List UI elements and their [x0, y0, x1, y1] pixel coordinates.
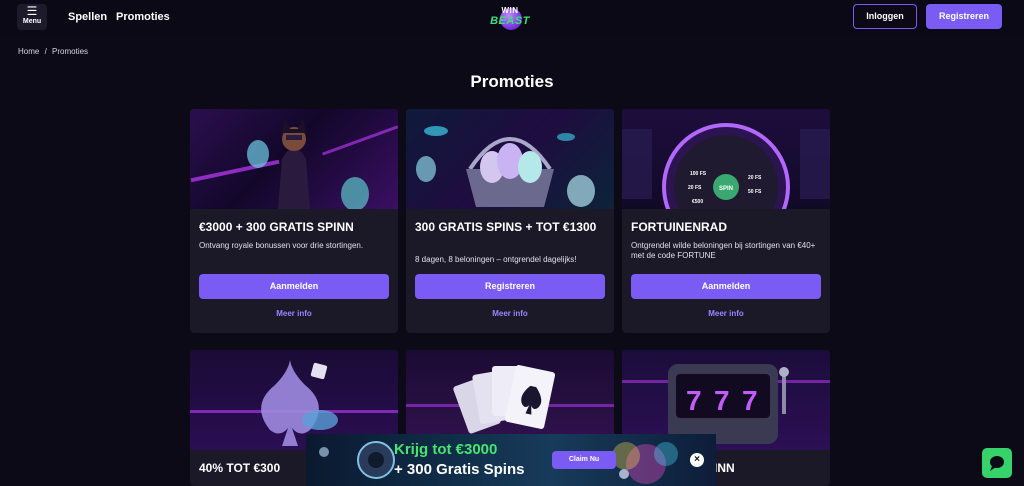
logo-text-bottom: BEAST	[490, 15, 530, 27]
hamburger-icon: ☰	[26, 4, 38, 18]
banner-headline: Krijg tot €3000	[394, 441, 498, 458]
promo-banner[interactable]: Krijg tot €3000 + 300 Gratis Spins Claim…	[306, 434, 716, 486]
logo-text-top: WIN	[501, 6, 519, 15]
meer-info-link[interactable]: Meer info	[406, 309, 614, 318]
promo-card-description: Ontgrendel wilde beloningen bij storting…	[631, 241, 816, 260]
catwoman-illustration-icon	[190, 117, 398, 209]
promo-card: €3000 + 300 GRATIS SPINN Ontvang royale …	[190, 109, 398, 333]
promo-card: SPIN 100 FS 20 FS €500 20 FS 50 FS FORTU…	[622, 109, 830, 333]
promo-card-title: FORTUINENRAD	[631, 220, 727, 234]
page-title: Promoties	[470, 72, 554, 91]
wheel-label: 20 FS	[688, 185, 702, 191]
easter-basket-illustration-icon	[416, 126, 595, 207]
fortune-wheel-illustration-icon: SPIN 100 FS 20 FS €500 20 FS 50 FS	[622, 123, 830, 209]
svg-text:7: 7	[742, 385, 758, 416]
close-icon[interactable]: ×	[690, 453, 704, 467]
promo-card: 300 GRATIS SPINS + TOT €1300 8 dagen, 8 …	[406, 109, 614, 333]
wheel-label: 50 FS	[748, 189, 762, 195]
breadcrumb: Home / Promoties	[18, 47, 91, 56]
promo-card-title: 300 GRATIS SPINS + TOT €1300	[415, 220, 597, 234]
meer-info-link[interactable]: Meer info	[190, 309, 398, 318]
chat-button[interactable]	[982, 448, 1012, 478]
wheel-label: 20 FS	[748, 175, 762, 181]
top-header: ☰ Menu Spellen Promoties WIN BEAST Inlog…	[0, 0, 1024, 36]
nav-link-spellen[interactable]: Spellen	[68, 11, 107, 23]
wheel-label: €500	[692, 199, 703, 205]
breadcrumb-home[interactable]: Home	[18, 47, 39, 56]
login-button[interactable]: Inloggen	[853, 4, 917, 29]
meer-info-link[interactable]: Meer info	[622, 309, 830, 318]
menu-button[interactable]: ☰ Menu	[17, 4, 47, 30]
promo-card-description: Ontvang royale bonussen voor drie storti…	[199, 241, 364, 250]
promo-image-fortune-wheel: SPIN 100 FS 20 FS €500 20 FS 50 FS	[622, 109, 830, 209]
aanmelden-button[interactable]: Aanmelden	[631, 274, 821, 299]
chat-bubble-icon	[990, 456, 1004, 471]
logo[interactable]: WIN BEAST	[487, 2, 533, 32]
claim-now-button[interactable]: Claim Nu	[552, 451, 616, 469]
menu-label: Menu	[22, 18, 42, 25]
aanmelden-button[interactable]: Aanmelden	[199, 274, 389, 299]
breadcrumb-separator: /	[44, 47, 47, 56]
register-button[interactable]: Registreren	[926, 4, 1002, 29]
promo-image-easter-basket	[406, 109, 614, 209]
promo-card-description: 8 dagen, 8 beloningen – ontgrendel dagel…	[415, 255, 577, 264]
breadcrumb-current: Promoties	[52, 47, 89, 56]
banner-background-icon	[319, 441, 678, 484]
svg-text:7: 7	[686, 385, 702, 416]
registreren-button[interactable]: Registreren	[415, 274, 605, 299]
svg-text:7: 7	[714, 385, 730, 416]
promo-card-title: PINN	[706, 461, 735, 475]
wheel-label: 100 FS	[690, 171, 707, 177]
promo-image-catwoman	[190, 109, 398, 209]
nav-link-promoties[interactable]: Promoties	[116, 11, 170, 23]
promo-card-title: €3000 + 300 GRATIS SPINN	[199, 220, 354, 234]
banner-subheadline: + 300 Gratis Spins	[394, 461, 525, 478]
wheel-center-label: SPIN	[719, 186, 733, 192]
